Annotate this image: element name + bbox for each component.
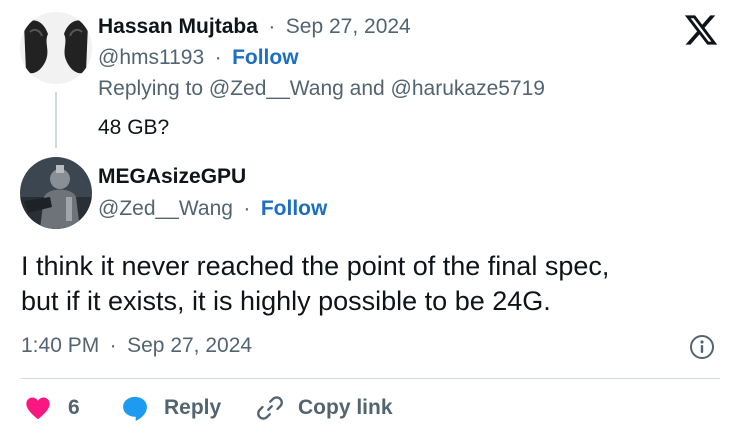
x-logo-icon[interactable]: [683, 12, 719, 48]
author-name[interactable]: Hassan Mujtaba: [98, 15, 258, 38]
heart-icon: [26, 397, 50, 420]
avatar-hassan-mujtaba[interactable]: [20, 12, 92, 84]
avatar-image: [20, 157, 92, 229]
tweet-timestamp[interactable]: 1:40 PM · Sep 27, 2024: [21, 334, 252, 358]
follow-button[interactable]: Follow: [232, 46, 299, 69]
parent-tweet-handle-row: @hms1193 · Follow: [98, 46, 299, 70]
separator-dot: ·: [109, 334, 117, 357]
follow-button[interactable]: Follow: [261, 197, 328, 220]
parent-tweet-text: 48 GB?: [98, 116, 170, 139]
main-tweet-header: MEGAsizeGPU: [98, 165, 246, 189]
reply-button[interactable]: Reply: [120, 392, 221, 424]
tweet-text-line: I think it never reached the point of th…: [21, 251, 610, 281]
replying-to-line[interactable]: Replying to @Zed__Wang and @harukaze5719: [98, 77, 545, 101]
speech-bubble-icon: [123, 396, 147, 421]
info-icon[interactable]: [689, 334, 715, 360]
reply-label: Reply: [164, 396, 222, 419]
main-tweet-handle-row: @Zed__Wang · Follow: [98, 197, 327, 221]
separator-dot: ·: [243, 197, 251, 220]
tweet-text-line: but if it exists, it is highly possible …: [21, 286, 551, 316]
author-handle[interactable]: @Zed__Wang: [98, 197, 233, 220]
tweet-time[interactable]: 1:40 PM: [21, 334, 99, 357]
link-icon: [257, 396, 283, 420]
main-tweet-text: I think it never reached the point of th…: [21, 249, 721, 319]
avatar-megasizegpu[interactable]: [20, 157, 92, 229]
like-count: 6: [68, 396, 80, 419]
divider: [21, 378, 720, 379]
like-button[interactable]: 6: [24, 392, 80, 424]
separator-dot: ·: [214, 46, 222, 69]
avatar-image: [20, 12, 92, 84]
copy-link-label: Copy link: [298, 396, 393, 419]
parent-tweet-header: Hassan Mujtaba · Sep 27, 2024: [98, 15, 411, 39]
thread-connector-line: [55, 92, 57, 148]
copy-link-button[interactable]: Copy link: [256, 392, 393, 424]
author-name[interactable]: MEGAsizeGPU: [98, 165, 246, 188]
author-handle[interactable]: @hms1193: [98, 46, 204, 69]
tweet-date[interactable]: Sep 27, 2024: [286, 15, 411, 38]
tweet-date[interactable]: Sep 27, 2024: [127, 334, 252, 357]
separator-dot: ·: [268, 15, 276, 38]
